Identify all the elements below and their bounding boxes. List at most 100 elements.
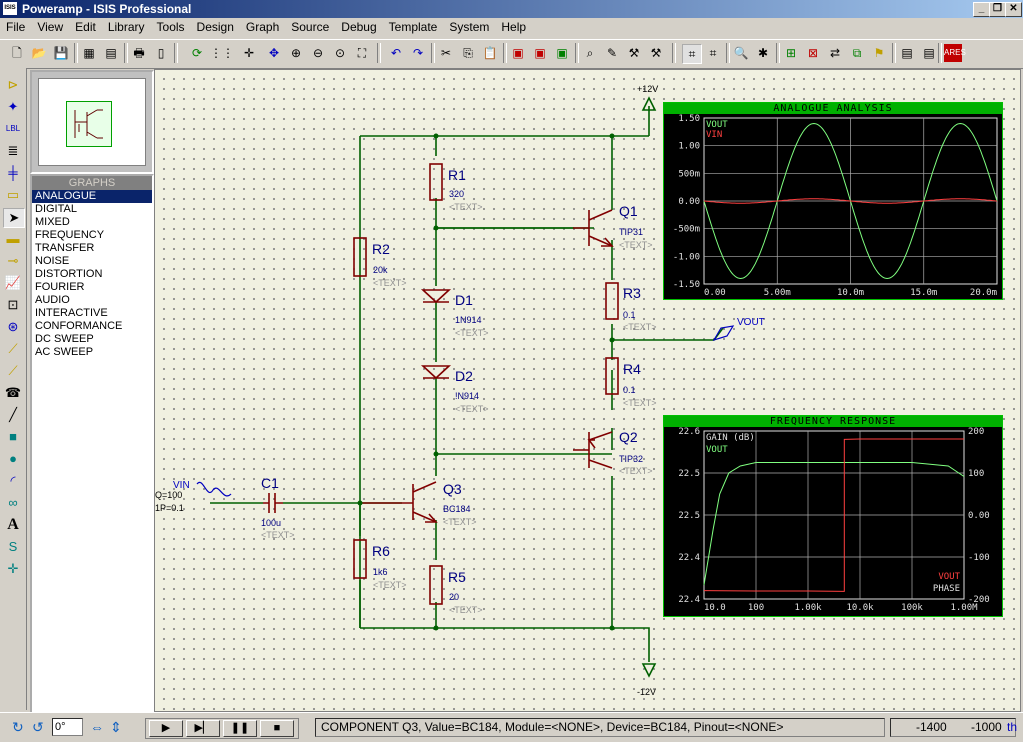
tape-recorder-icon[interactable]: ⊡ — [3, 296, 23, 314]
pause-button[interactable]: ❚❚ — [223, 720, 257, 737]
rotate-anticlockwise-icon[interactable]: ↺ — [32, 719, 44, 736]
rotate-clockwise-icon[interactable]: ↻ — [12, 719, 24, 736]
menu-library[interactable]: Library — [102, 18, 151, 34]
graph-type-fourier[interactable]: FOURIER — [32, 281, 152, 294]
bom-icon[interactable]: ⚑ — [870, 44, 888, 62]
graph-type-mixed[interactable]: MIXED — [32, 216, 152, 229]
zoom-all-icon[interactable]: ⊙ — [331, 44, 349, 62]
symbol-2d-icon[interactable]: S — [3, 538, 23, 556]
graph-type-interactive[interactable]: INTERACTIVE — [32, 307, 152, 320]
frequency-response-graph[interactable]: FREQUENCY RESPONSE 22.6 22.5 22.5 22.4 22.4 2… — [663, 415, 1003, 617]
block-copy-icon[interactable]: ▣ — [509, 44, 527, 62]
page-icon[interactable]: ▯ — [152, 44, 170, 62]
analogue-analysis-graph[interactable]: ANALOGUE ANALYSIS 1.50 1.00 500m 0.00 -500m -… — [663, 102, 1003, 300]
device-pin-icon[interactable]: ⊸ — [3, 252, 23, 270]
packaging-tool-icon[interactable]: ⚒ — [625, 44, 643, 62]
make-device-icon[interactable]: ✎ — [603, 44, 621, 62]
resistor-r3-symbol[interactable] — [605, 282, 619, 320]
goto-sheet-icon[interactable]: ⇄ — [826, 44, 844, 62]
menu-system[interactable]: System — [443, 18, 495, 34]
resistor-r5-symbol[interactable] — [429, 565, 443, 605]
new-file-icon[interactable]: 🗋 — [8, 44, 26, 62]
pan-icon[interactable]: ✥ — [265, 44, 283, 62]
menu-help[interactable]: Help — [495, 18, 532, 34]
stop-button[interactable]: ■ — [260, 720, 294, 737]
overview-window[interactable] — [30, 70, 154, 174]
open-file-icon[interactable]: 📂 — [30, 44, 48, 62]
graph-type-noise[interactable]: NOISE — [32, 255, 152, 268]
copy-icon[interactable]: ⎘ — [459, 44, 477, 62]
resistor-r1-symbol[interactable] — [429, 163, 443, 201]
zoom-in-icon[interactable]: ⊕ — [287, 44, 305, 62]
graph-type-frequency[interactable]: FREQUENCY — [32, 229, 152, 242]
vout-probe-symbol[interactable] — [712, 325, 735, 342]
menu-file[interactable]: File — [0, 18, 31, 34]
menu-graph[interactable]: Graph — [240, 18, 285, 34]
mirror-vertical-icon[interactable]: ⇕ — [110, 719, 122, 736]
redo-icon[interactable]: ↷ — [409, 44, 427, 62]
diode-d2-symbol[interactable] — [420, 365, 452, 380]
capacitor-c1-symbol[interactable] — [263, 493, 283, 513]
component-mode-icon[interactable]: ⊳ — [3, 76, 23, 94]
rotation-angle-field[interactable]: 0° — [52, 718, 83, 736]
step-button[interactable]: ▶▏ — [186, 720, 220, 737]
diode-d1-symbol[interactable] — [420, 289, 452, 304]
menu-design[interactable]: Design — [191, 18, 240, 34]
play-button[interactable]: ▶ — [149, 720, 183, 737]
search-icon[interactable]: 🔍 — [732, 44, 750, 62]
new-sheet-icon[interactable]: ⊞ — [782, 44, 800, 62]
selection-mode-icon[interactable]: ➤ — [3, 208, 25, 228]
marker-2d-icon[interactable]: ✛ — [3, 560, 23, 578]
minimize-button[interactable]: _ — [973, 2, 990, 17]
undo-icon[interactable]: ↶ — [387, 44, 405, 62]
text-2d-icon[interactable]: A — [3, 516, 23, 534]
bus-icon[interactable]: ╪ — [3, 164, 23, 182]
terminal-icon[interactable]: ▬ — [3, 230, 23, 248]
current-probe-icon[interactable]: ⟋ — [3, 362, 23, 380]
menu-tools[interactable]: Tools — [151, 18, 191, 34]
graph-type-transfer[interactable]: TRANSFER — [32, 242, 152, 255]
menu-view[interactable]: View — [31, 18, 69, 34]
line-2d-icon[interactable]: ╱ — [3, 406, 23, 424]
path-2d-icon[interactable]: ∞ — [3, 494, 23, 512]
cut-icon[interactable]: ✂ — [437, 44, 455, 62]
generator-icon[interactable]: ⊛ — [3, 318, 23, 336]
text-script-icon[interactable]: ≣ — [3, 142, 23, 160]
graph-type-conformance[interactable]: CONFORMANCE — [32, 320, 152, 333]
search-tag-icon[interactable]: ⌗ — [704, 44, 722, 62]
block-move-icon[interactable]: ▣ — [531, 44, 549, 62]
design-explorer-icon[interactable]: ⧉ — [848, 44, 866, 62]
save-icon[interactable]: 💾 — [52, 44, 70, 62]
menu-debug[interactable]: Debug — [335, 18, 382, 34]
grid-icon[interactable]: ⋮⋮ — [210, 44, 234, 62]
remove-sheet-icon[interactable]: ⊠ — [804, 44, 822, 62]
graph-type-digital[interactable]: DIGITAL — [32, 203, 152, 216]
zoom-area-icon[interactable]: ⛶ — [353, 44, 371, 62]
vin-generator-symbol[interactable] — [196, 481, 232, 497]
graph-type-ac-sweep[interactable]: AC SWEEP — [32, 346, 152, 359]
menu-template[interactable]: Template — [383, 18, 444, 34]
print-icon[interactable]: 🖶 — [130, 44, 148, 62]
property-tool-icon[interactable]: ✱ — [754, 44, 772, 62]
export-icon[interactable]: ▤ — [102, 44, 120, 62]
graph-mode-icon[interactable]: 📈 — [3, 274, 23, 292]
arc-2d-icon[interactable]: ◜ — [3, 472, 23, 490]
graph-type-analogue[interactable]: ANALOGUE — [32, 190, 152, 203]
ares-icon[interactable]: ARES — [944, 44, 966, 62]
box-2d-icon[interactable]: ■ — [3, 428, 23, 446]
schematic-canvas[interactable]: R1 R2 D1 D2 Q1 R3 R4 Q2 Q3 R5 R6 C1 320 … — [154, 69, 1021, 712]
origin-icon[interactable]: ✛ — [240, 44, 258, 62]
menu-source[interactable]: Source — [285, 18, 335, 34]
graph-type-distortion[interactable]: DISTORTION — [32, 268, 152, 281]
wire-autorouter-icon[interactable]: ⌗ — [682, 44, 702, 64]
redraw-icon[interactable]: ⟳ — [188, 44, 206, 62]
restore-button[interactable]: ❐ — [989, 2, 1006, 17]
paste-icon[interactable]: 📋 — [481, 44, 499, 62]
virtual-instrument-icon[interactable]: ☎ — [3, 384, 23, 402]
decompose-icon[interactable]: ⚒ — [647, 44, 665, 62]
transistor-q3-symbol[interactable] — [360, 481, 438, 523]
netlist-icon[interactable]: ▤ — [898, 44, 916, 62]
report-icon[interactable]: ▤ — [920, 44, 938, 62]
junction-dot-icon[interactable]: ✦ — [3, 98, 23, 116]
menu-edit[interactable]: Edit — [69, 18, 102, 34]
